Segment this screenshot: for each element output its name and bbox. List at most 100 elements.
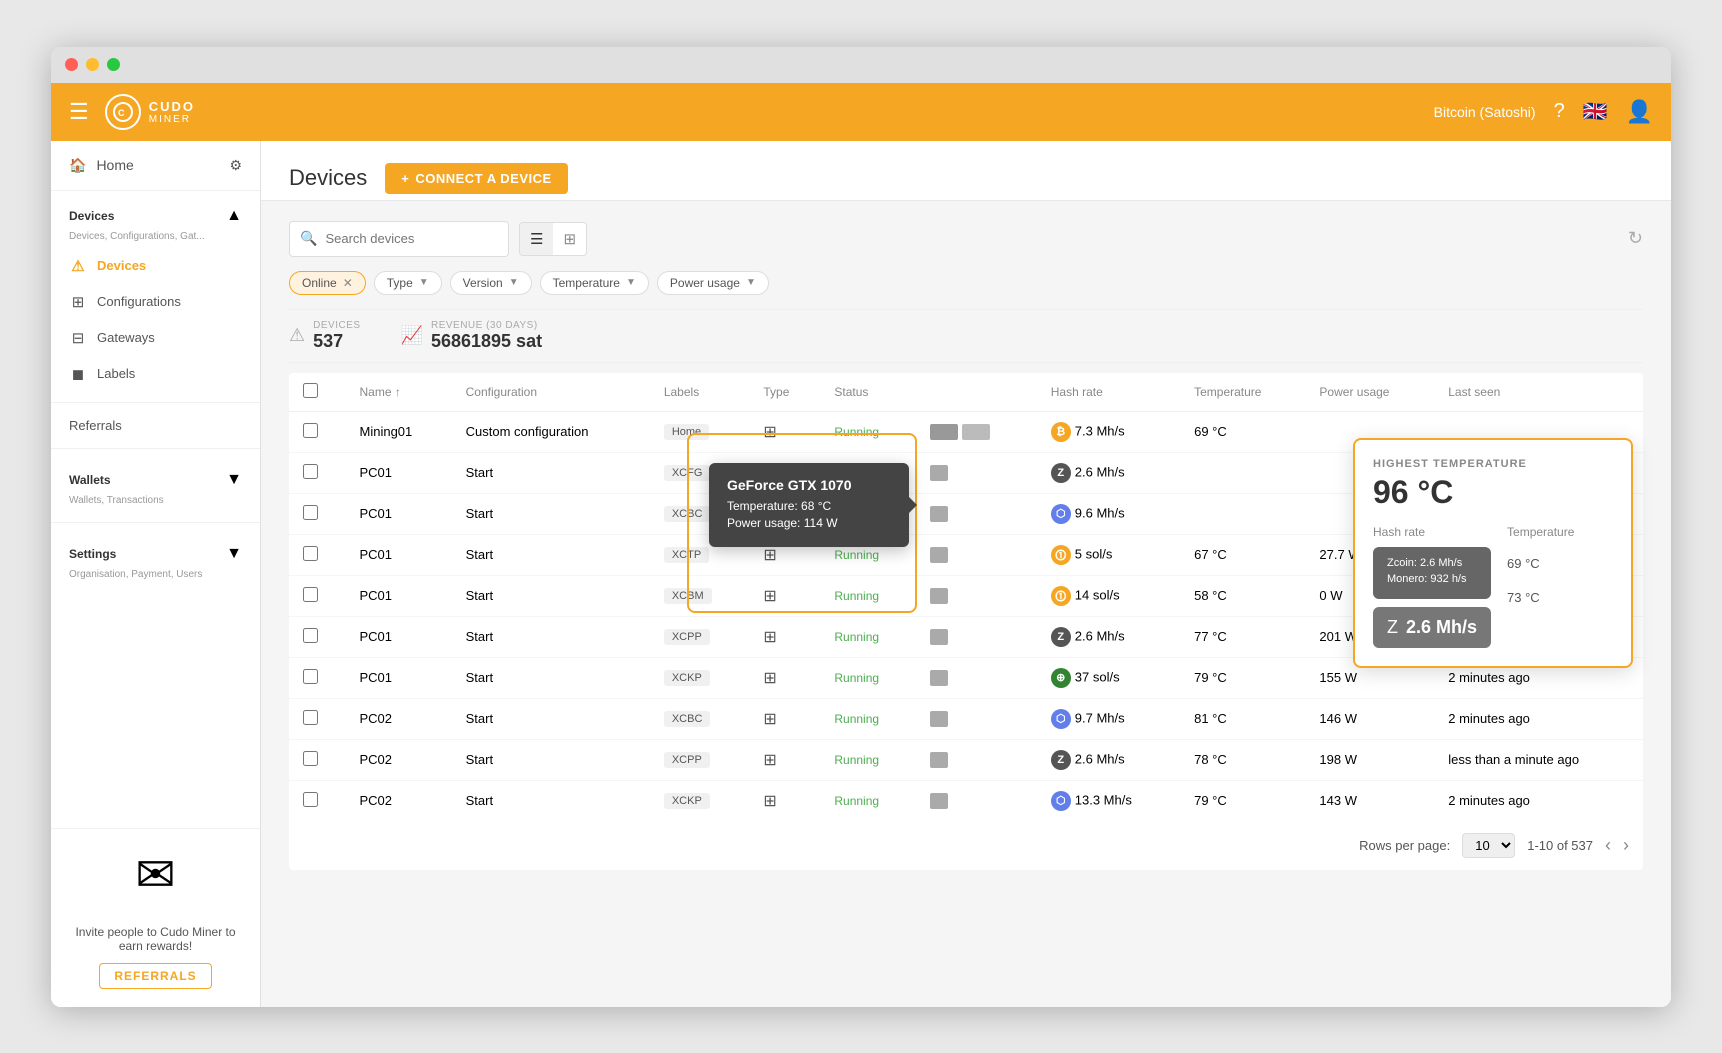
row-lastseen: 2 minutes ago bbox=[1434, 780, 1643, 821]
app: ☰ C CUDO MINER Bitcoin (Satoshi) bbox=[51, 83, 1671, 1007]
row-config: Custom configuration bbox=[452, 411, 650, 452]
coin-icon: Z bbox=[1051, 750, 1071, 770]
select-all-checkbox[interactable] bbox=[303, 383, 318, 398]
row-hashrate: ₿7.3 Mh/s bbox=[1037, 411, 1180, 452]
filter-version[interactable]: Version ▼ bbox=[450, 271, 532, 295]
topbar-left: ☰ C CUDO MINER bbox=[69, 94, 195, 130]
col-labels[interactable]: Labels bbox=[650, 373, 750, 412]
row-select-checkbox[interactable] bbox=[303, 751, 318, 766]
sidebar-section-settings: Settings ▼ Organisation, Payment, Users bbox=[51, 529, 260, 590]
row-checkbox[interactable] bbox=[289, 534, 346, 575]
sidebar-item-referrals[interactable]: Referrals bbox=[51, 409, 260, 442]
view-toggle: ☰ ⊞ bbox=[519, 222, 587, 256]
row-select-checkbox[interactable] bbox=[303, 669, 318, 684]
row-checkbox[interactable] bbox=[289, 739, 346, 780]
row-select-checkbox[interactable] bbox=[303, 423, 318, 438]
filter-power[interactable]: Power usage ▼ bbox=[657, 271, 769, 295]
prev-page-button[interactable]: ‹ bbox=[1605, 835, 1611, 856]
table-row[interactable]: PC02 Start XCPP ⊞ Running Z2.6 Mh/s 78 °… bbox=[289, 739, 1643, 780]
os-windows-icon: ⊞ bbox=[763, 711, 776, 728]
row-select-checkbox[interactable] bbox=[303, 710, 318, 725]
sidebar-item-configurations[interactable]: ⊞ Configurations bbox=[51, 284, 260, 320]
table-row[interactable]: PC02 Start XCBC ⊞ Running ⬡9.7 Mh/s 81 °… bbox=[289, 698, 1643, 739]
currency-button[interactable]: Bitcoin (Satoshi) bbox=[1434, 104, 1536, 120]
help-icon[interactable]: ? bbox=[1554, 100, 1565, 123]
col-name[interactable]: Name ↑ bbox=[346, 373, 452, 412]
settings-icon[interactable]: ⚙ bbox=[229, 157, 242, 174]
logo: C CUDO MINER bbox=[105, 94, 195, 130]
row-checkbox[interactable] bbox=[289, 657, 346, 698]
labels-icon: ◼ bbox=[69, 365, 87, 383]
col-config[interactable]: Configuration bbox=[452, 373, 650, 412]
row-checkbox[interactable] bbox=[289, 575, 346, 616]
col-lastseen: Last seen bbox=[1434, 373, 1643, 412]
os-windows-icon: ⊞ bbox=[763, 670, 776, 687]
sidebar-item-gateways[interactable]: ⊟ Gateways bbox=[51, 320, 260, 356]
table-row[interactable]: PC02 Start XCKP ⊞ Running ⬡13.3 Mh/s 79 … bbox=[289, 780, 1643, 821]
filter-type[interactable]: Type ▼ bbox=[374, 271, 442, 295]
sidebar-item-labels[interactable]: ◼ Labels bbox=[51, 356, 260, 392]
connect-device-button[interactable]: + CONNECT A DEVICE bbox=[385, 163, 567, 194]
row-select-checkbox[interactable] bbox=[303, 546, 318, 561]
col-checkbox bbox=[289, 373, 346, 412]
list-view-button[interactable]: ☰ bbox=[520, 223, 553, 255]
row-select-checkbox[interactable] bbox=[303, 464, 318, 479]
row-checkbox[interactable] bbox=[289, 780, 346, 821]
pagination: Rows per page: 10 25 50 1-10 of 537 ‹ › bbox=[289, 821, 1643, 870]
row-labels: XCPP bbox=[650, 739, 750, 780]
online-chip-remove[interactable]: ✕ bbox=[343, 276, 353, 290]
row-select-checkbox[interactable] bbox=[303, 587, 318, 602]
referrals-button[interactable]: REFERRALS bbox=[99, 963, 211, 989]
row-checkbox[interactable] bbox=[289, 698, 346, 739]
rows-per-page-select[interactable]: 10 25 50 bbox=[1462, 833, 1515, 858]
hamburger-icon[interactable]: ☰ bbox=[69, 99, 89, 125]
row-select-checkbox[interactable] bbox=[303, 628, 318, 643]
row-hashbar bbox=[916, 452, 1037, 493]
row-type: ⊞ bbox=[749, 575, 820, 616]
row-select-checkbox[interactable] bbox=[303, 505, 318, 520]
row-checkbox[interactable] bbox=[289, 493, 346, 534]
col-power: Power usage bbox=[1305, 373, 1434, 412]
row-checkbox[interactable] bbox=[289, 616, 346, 657]
row-config: Start bbox=[452, 452, 650, 493]
table-header-row: Name ↑ Configuration Labels Type Status … bbox=[289, 373, 1643, 412]
row-labels: XCPP bbox=[650, 616, 750, 657]
devices-section-title: Devices bbox=[69, 209, 114, 223]
content: Devices + CONNECT A DEVICE 🔍 bbox=[261, 141, 1671, 1007]
row-checkbox[interactable] bbox=[289, 452, 346, 493]
temperature-chip-label: Temperature bbox=[553, 276, 620, 290]
minimize-btn[interactable] bbox=[86, 58, 99, 71]
grid-view-button[interactable]: ⊞ bbox=[553, 223, 586, 255]
wallets-section-header[interactable]: Wallets ▼ bbox=[51, 465, 260, 495]
search-box[interactable]: 🔍 bbox=[289, 221, 509, 257]
row-hashrate: ⊕37 sol/s bbox=[1037, 657, 1180, 698]
filter-online[interactable]: Online ✕ bbox=[289, 271, 366, 295]
language-flag[interactable]: 🇬🇧 bbox=[1583, 99, 1608, 124]
refresh-button[interactable]: ↻ bbox=[1628, 228, 1643, 249]
close-btn[interactable] bbox=[65, 58, 78, 71]
highest-temp-popup: HIGHEST TEMPERATURE 96 °C Hash rate Zcoi… bbox=[1353, 438, 1633, 668]
app-window: ☰ C CUDO MINER Bitcoin (Satoshi) bbox=[51, 47, 1671, 1007]
envelope-icon: ✉ bbox=[135, 849, 175, 902]
filter-temperature[interactable]: Temperature ▼ bbox=[540, 271, 649, 295]
row-config: Start bbox=[452, 698, 650, 739]
devices-section-header[interactable]: Devices ▲ bbox=[51, 201, 260, 231]
sidebar-item-home[interactable]: 🏠 Home ⚙ bbox=[51, 141, 260, 191]
row-labels: XCBC bbox=[650, 698, 750, 739]
settings-section-sub: Organisation, Payment, Users bbox=[51, 569, 260, 586]
row-checkbox[interactable] bbox=[289, 411, 346, 452]
rows-per-page-label: Rows per page: bbox=[1359, 838, 1450, 853]
col-type[interactable]: Type bbox=[749, 373, 820, 412]
row-config: Start bbox=[452, 616, 650, 657]
user-icon[interactable]: 👤 bbox=[1626, 99, 1653, 125]
sidebar-item-devices[interactable]: ⚠ Devices bbox=[51, 248, 260, 284]
row-select-checkbox[interactable] bbox=[303, 792, 318, 807]
popup-highest-temp-value: 96 °C bbox=[1373, 474, 1613, 511]
os-windows-icon: ⊞ bbox=[763, 752, 776, 769]
chevron-up-icon: ▲ bbox=[226, 207, 242, 225]
search-input[interactable] bbox=[325, 231, 485, 246]
row-type: ⊞ bbox=[749, 657, 820, 698]
next-page-button[interactable]: › bbox=[1623, 835, 1629, 856]
settings-section-header[interactable]: Settings ▼ bbox=[51, 539, 260, 569]
maximize-btn[interactable] bbox=[107, 58, 120, 71]
